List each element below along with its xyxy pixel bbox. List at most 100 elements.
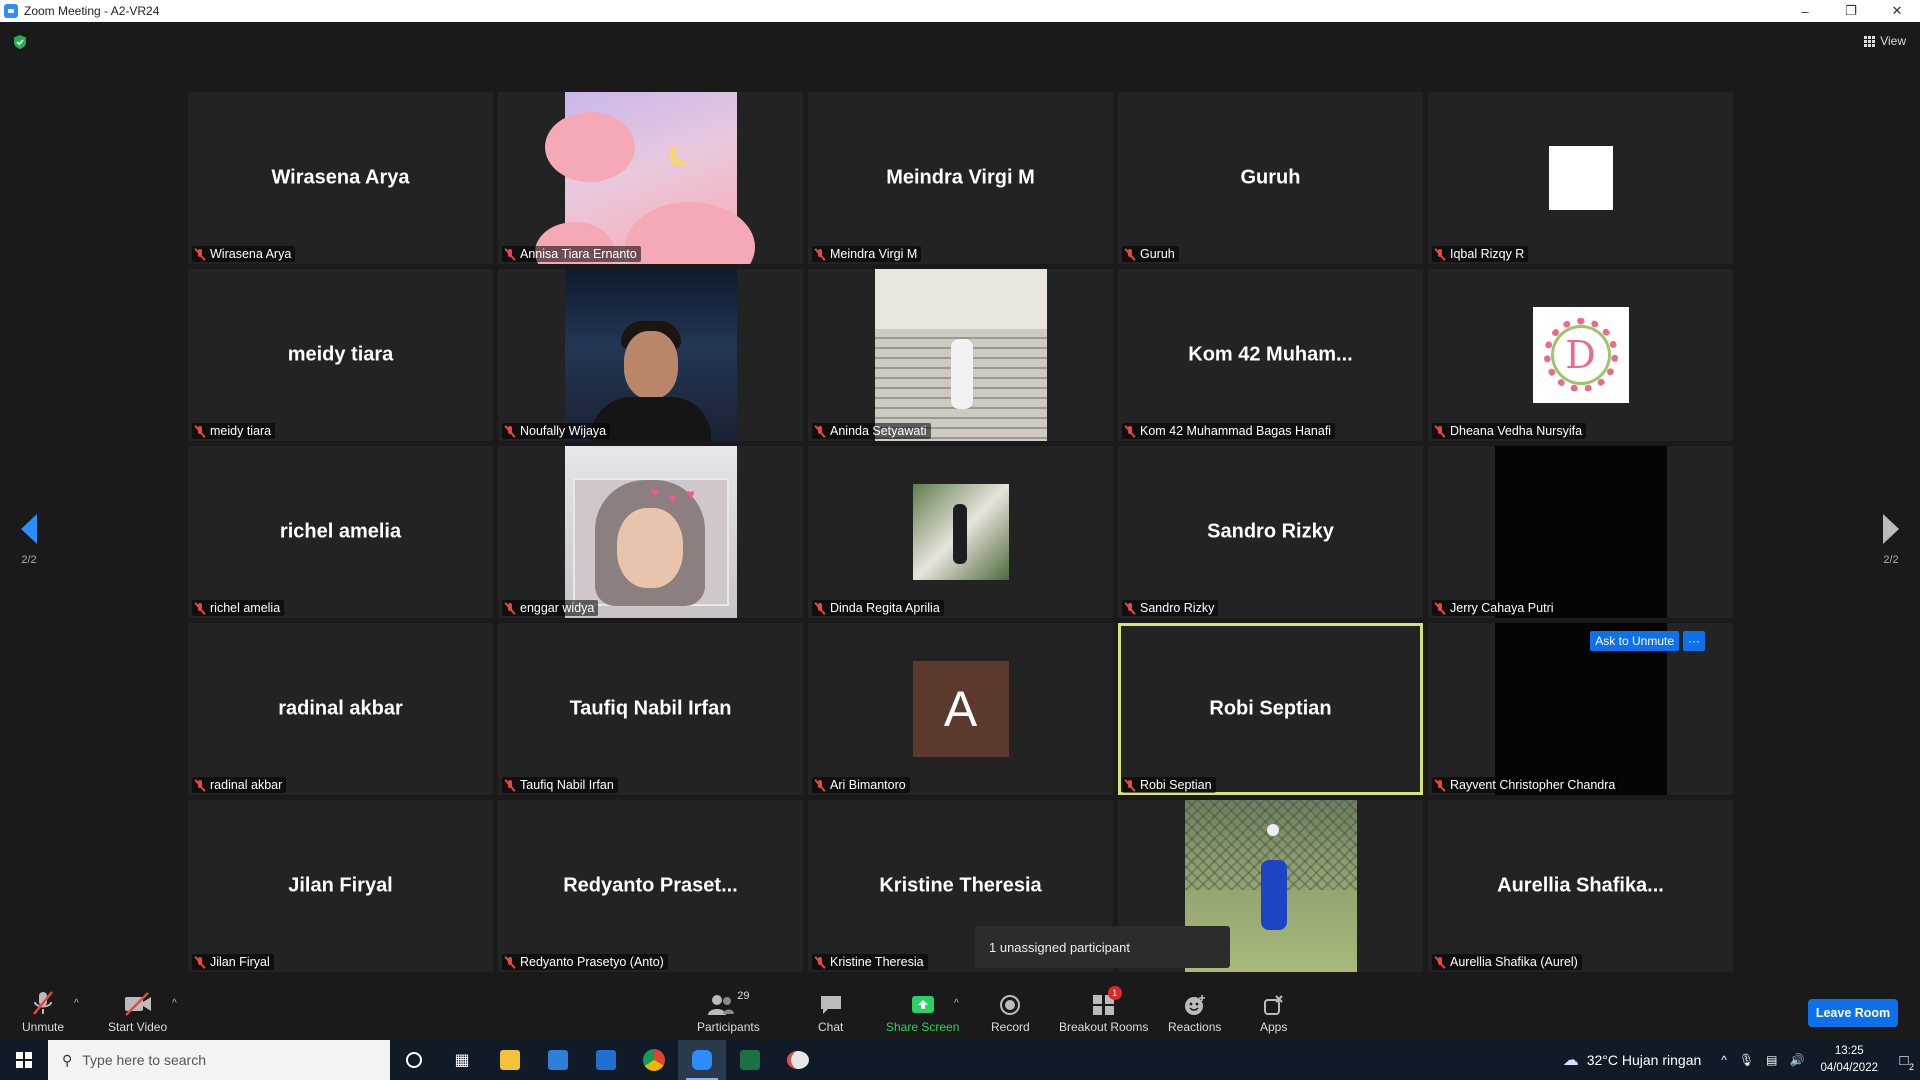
participant-tile[interactable]: Kom 42 Muham... Kom 42 Muhammad Bagas Ha… (1118, 269, 1423, 441)
participant-display-name: Kristine Theresia (879, 874, 1042, 897)
view-label: View (1880, 34, 1906, 48)
chat-button[interactable]: Chat (818, 990, 843, 1034)
breakout-rooms-button[interactable]: 1 Breakout Rooms (1059, 986, 1149, 1034)
start-button[interactable] (0, 1040, 48, 1080)
participant-tile[interactable]: meidy tiara meidy tiara (188, 269, 493, 441)
microphone-icon[interactable]: 🎙 (1739, 1053, 1754, 1067)
participant-tile[interactable]: radinal akbar radinal akbar (188, 623, 493, 795)
participant-name: radinal akbar (210, 778, 283, 792)
participant-tile[interactable]: Jilan Firyal Jilan Firyal (188, 800, 493, 972)
breakout-rooms-label: Breakout Rooms (1059, 1020, 1149, 1034)
participant-nameplate: Kom 42 Muhammad Bagas Hanafi (1122, 423, 1336, 439)
participant-tile[interactable]: Sandro Rizky Sandro Rizky (1118, 446, 1423, 618)
participant-name: Robi Septian (1140, 778, 1212, 792)
network-icon[interactable]: ▤ (1766, 1053, 1777, 1067)
mic-muted-icon (194, 248, 206, 261)
mic-muted-icon (814, 248, 826, 261)
share-screen-button[interactable]: Share Screen (886, 990, 959, 1034)
mic-muted-icon (504, 956, 516, 969)
participant-nameplate: Guruh (1122, 246, 1179, 262)
participants-button[interactable]: 29 Participants (697, 990, 760, 1034)
participant-nameplate: Jilan Firyal (192, 954, 274, 970)
search-icon: ⚲ (62, 1051, 73, 1068)
participant-tile[interactable]: richel amelia richel amelia (188, 446, 493, 618)
mic-muted-icon (814, 779, 826, 792)
mic-muted-icon (1124, 779, 1136, 792)
participant-nameplate: Rayvent Christopher Chandra (1432, 777, 1620, 793)
participant-tile[interactable]: Ask to Unmute ··· Rayvent Christopher Ch… (1428, 623, 1733, 795)
participant-display-name: Guruh (1240, 166, 1301, 189)
restore-button[interactable]: ❐ (1828, 0, 1874, 22)
participant-video (564, 269, 737, 441)
participant-name: Aninda Setyawati (830, 424, 927, 438)
participant-tile-active-speaker[interactable]: Robi Septian Robi Septian (1118, 623, 1423, 795)
video-options-chevron-icon[interactable]: ^ (172, 998, 177, 1009)
volume-icon[interactable]: 🔊 (1789, 1053, 1804, 1067)
previous-page-button[interactable]: 2/2 (14, 514, 44, 566)
file-explorer-button[interactable] (486, 1040, 534, 1080)
shield-check-icon[interactable] (12, 34, 28, 50)
participant-display-name: Meindra Virgi M (886, 166, 1035, 189)
participant-tile[interactable]: A Ari Bimantoro (808, 623, 1113, 795)
leave-room-button[interactable]: Leave Room (1808, 999, 1898, 1027)
participant-tile[interactable]: Guruh Guruh (1118, 92, 1423, 264)
excel-button[interactable] (726, 1040, 774, 1080)
store-button[interactable] (534, 1040, 582, 1080)
task-view-button[interactable]: ▦ (438, 1040, 486, 1080)
notification-center-button[interactable]: □ 2 (1888, 1040, 1920, 1080)
apps-label: Apps (1260, 1020, 1288, 1034)
participant-tile[interactable]: Annisa Tiara Ernanto (498, 92, 803, 264)
taskbar-clock[interactable]: 13:25 04/04/2022 (1820, 1043, 1878, 1077)
share-options-chevron-icon[interactable]: ^ (954, 998, 959, 1009)
participant-display-name: Jilan Firyal (288, 874, 393, 897)
paint-icon (787, 1051, 809, 1069)
participant-name: Jerry Cahaya Putri (1450, 601, 1554, 615)
next-page-button[interactable]: 2/2 (1876, 514, 1906, 566)
participant-tile[interactable]: Redyanto Praset... Redyanto Prasetyo (An… (498, 800, 803, 972)
breakout-rooms-badge: 1 (1107, 986, 1122, 1000)
participant-tile[interactable]: Wirasena Arya Wirasena Arya (188, 92, 493, 264)
record-button[interactable]: Record (991, 990, 1030, 1034)
mic-muted-icon (814, 956, 826, 969)
more-options-button[interactable]: ··· (1683, 631, 1705, 651)
participant-tile[interactable]: Aninda Setyawati (808, 269, 1113, 441)
participant-tile[interactable]: D Dheana Vedha Nursyifa (1428, 269, 1733, 441)
page-indicator-right: 2/2 (1883, 554, 1899, 566)
participants-label: Participants (697, 1020, 760, 1034)
weather-widget[interactable]: ☁ 32°C Hujan ringan (1563, 1050, 1702, 1070)
app-button[interactable] (774, 1040, 822, 1080)
participant-tile[interactable]: Aurellia Shafika... Aurellia Shafika (Au… (1428, 800, 1733, 972)
chevron-up-icon[interactable]: ^ (1721, 1053, 1727, 1067)
grid-view-icon (1864, 35, 1876, 47)
participant-tile[interactable]: Noufally Wijaya (498, 269, 803, 441)
participant-name: Kristine Theresia (830, 955, 924, 969)
taskbar-search[interactable]: ⚲ Type here to search (48, 1040, 390, 1080)
reactions-button[interactable]: Reactions (1168, 990, 1221, 1034)
mail-button[interactable] (582, 1040, 630, 1080)
minimize-button[interactable]: – (1782, 0, 1828, 22)
participants-icon (708, 995, 735, 1015)
participant-tile[interactable]: Taufiq Nabil Irfan Taufiq Nabil Irfan (498, 623, 803, 795)
participant-tile[interactable]: Jerry Cahaya Putri (1428, 446, 1733, 618)
ask-to-unmute-button[interactable]: Ask to Unmute (1590, 631, 1679, 651)
start-video-button[interactable]: Start Video (108, 990, 167, 1034)
close-button[interactable]: ✕ (1874, 0, 1920, 22)
participant-display-name: richel amelia (279, 520, 402, 543)
participant-tile[interactable]: ♥ ♥ ♥ enggar widya (498, 446, 803, 618)
apps-button[interactable]: Apps (1260, 990, 1287, 1034)
mic-muted-icon (504, 425, 516, 438)
unmute-button[interactable]: Unmute (22, 990, 64, 1034)
participant-tile[interactable]: Dinda Regita Aprilia (808, 446, 1113, 618)
chrome-button[interactable] (630, 1040, 678, 1080)
share-screen-label: Share Screen (886, 1020, 960, 1034)
participant-tile[interactable]: Iqbal Rizqy R (1428, 92, 1733, 264)
participants-icon-wrap: 29 (707, 990, 749, 1016)
participant-tile[interactable]: Meindra Virgi M Meindra Virgi M (808, 92, 1113, 264)
participant-name: Rayvent Christopher Chandra (1450, 778, 1616, 792)
unassigned-participant-banner[interactable]: 1 unassigned participant (975, 926, 1230, 968)
mic-muted-icon (504, 779, 516, 792)
view-button[interactable]: View (1864, 34, 1906, 48)
audio-options-chevron-icon[interactable]: ^ (74, 998, 79, 1009)
zoom-taskbar-button[interactable] (678, 1040, 726, 1080)
cortana-button[interactable] (390, 1040, 438, 1080)
